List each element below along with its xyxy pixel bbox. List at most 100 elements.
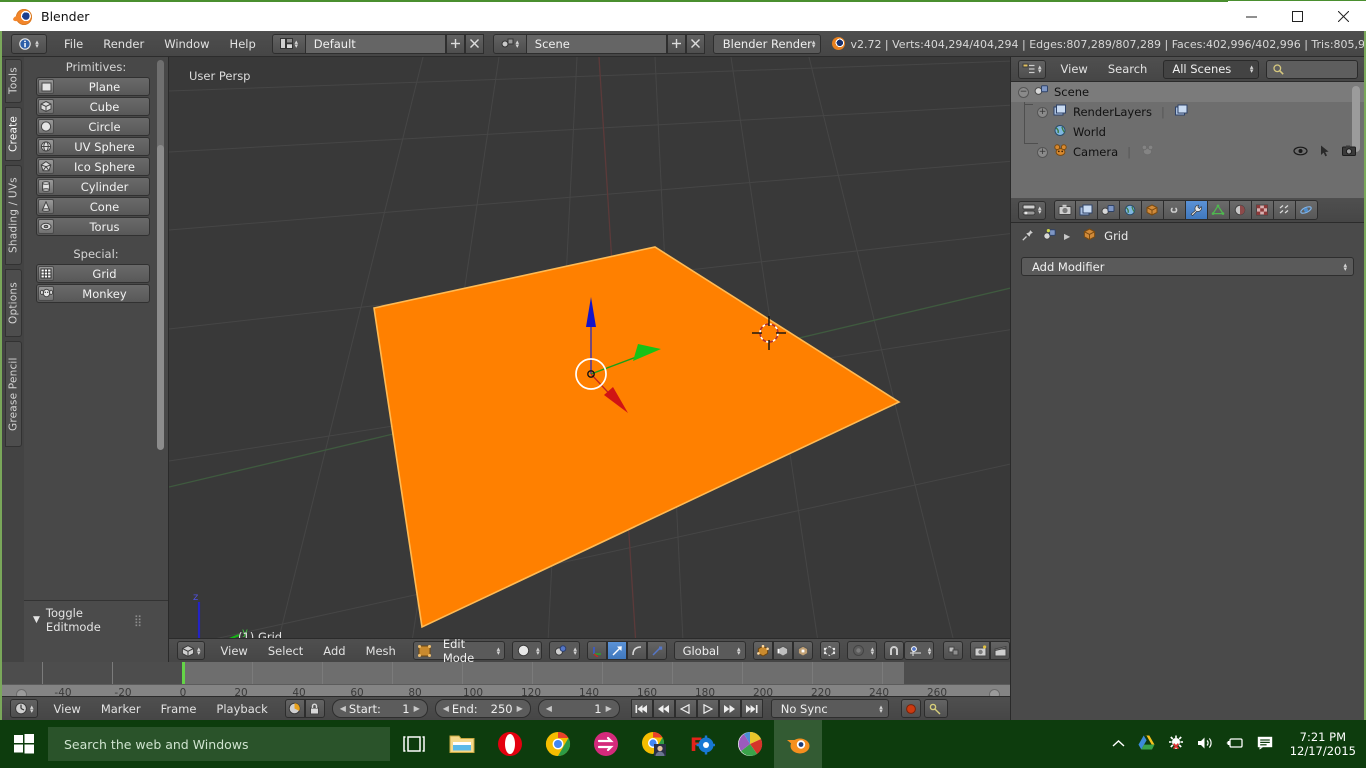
end-frame-field[interactable]: ◀ End: 250 ▶ <box>435 699 531 718</box>
outliner-menu-search[interactable]: Search <box>1098 60 1158 78</box>
outliner-tree[interactable]: − Scene + RenderLayers | World <box>1011 82 1364 198</box>
menu-render[interactable]: Render <box>93 35 154 53</box>
eye-icon[interactable] <box>1293 145 1308 159</box>
scene-name[interactable]: Scene <box>527 34 667 54</box>
play-icon[interactable] <box>697 699 719 718</box>
render-image-icon[interactable] <box>970 641 990 660</box>
tab-physics[interactable] <box>1296 200 1318 220</box>
expand-icon[interactable]: + <box>1037 147 1048 158</box>
viewport-menu-add[interactable]: Add <box>313 642 355 660</box>
menu-help[interactable]: Help <box>220 35 266 53</box>
chrome-browser-icon[interactable] <box>534 720 582 768</box>
add-cone-button[interactable]: Cone <box>36 197 150 216</box>
add-cylinder-button[interactable]: Cylinder <box>36 177 150 196</box>
3d-view-editor-icon[interactable]: ▴▾ <box>177 641 205 660</box>
chevron-up-icon[interactable] <box>1112 738 1125 751</box>
screen-layout-selector[interactable]: ▴▾ Default <box>272 34 484 54</box>
lock-icon[interactable] <box>305 699 325 718</box>
chrome-profile-icon[interactable] <box>630 720 678 768</box>
jump-to-end-icon[interactable] <box>741 699 763 718</box>
toolshelf-scrollbar-thumb[interactable] <box>157 145 164 450</box>
increment-icon[interactable]: ▶ <box>414 704 420 713</box>
action-center-icon[interactable] <box>1257 736 1273 753</box>
face-select-icon[interactable] <box>793 641 813 660</box>
viewport-shading-selector[interactable]: ▴▾ <box>512 641 542 660</box>
delete-screen-button[interactable] <box>465 34 484 54</box>
close-button[interactable] <box>1320 1 1366 32</box>
blender-taskbar-icon[interactable] <box>774 720 822 768</box>
timeline-playhead[interactable] <box>182 662 185 684</box>
info-editor-icon[interactable]: ▴▾ <box>11 34 47 54</box>
tab-particles[interactable] <box>1274 200 1296 220</box>
outliner-menu-view[interactable]: View <box>1051 60 1098 78</box>
current-frame-field[interactable]: ◀ 1 ▶ <box>538 699 620 718</box>
add-grid-button[interactable]: Grid <box>36 264 150 283</box>
add-circle-button[interactable]: Circle <box>36 117 150 136</box>
decrement-icon[interactable]: ◀ <box>443 704 449 713</box>
sidebar-item-shading-uvs[interactable]: Shading / UVs <box>5 165 22 265</box>
snap-magnet-icon[interactable] <box>884 641 904 660</box>
search-input[interactable]: Search the web and Windows <box>48 727 390 761</box>
camera-render-icon[interactable] <box>1342 145 1356 159</box>
add-cube-button[interactable]: Cube <box>36 97 150 116</box>
menu-file[interactable]: File <box>54 35 93 53</box>
add-uv-sphere-button[interactable]: UV Sphere <box>36 137 150 156</box>
vertex-select-icon[interactable] <box>753 641 773 660</box>
timeline-menu-playback[interactable]: Playback <box>206 700 277 718</box>
manipulator-toggle-icon[interactable] <box>587 641 607 660</box>
render-engine-selector[interactable]: Blender Render ▴▾ <box>713 34 822 54</box>
delete-scene-button[interactable] <box>686 34 705 54</box>
add-modifier-button[interactable]: Add Modifier ▴▾ <box>1021 257 1354 276</box>
properties-editor-icon[interactable]: ▴▾ <box>1018 201 1046 220</box>
tab-object-data[interactable] <box>1208 200 1230 220</box>
tab-render-layers[interactable] <box>1076 200 1098 220</box>
screen-layout-icon[interactable]: ▴▾ <box>272 34 306 54</box>
tab-constraints[interactable] <box>1164 200 1186 220</box>
add-monkey-button[interactable]: Monkey <box>36 284 150 303</box>
decrement-icon[interactable]: ◀ <box>546 704 552 713</box>
tab-scene[interactable] <box>1098 200 1120 220</box>
timeline-editor-icon[interactable]: ▴▾ <box>10 699 38 718</box>
add-ico-sphere-button[interactable]: Ico Sphere <box>36 157 150 176</box>
battery-icon[interactable] <box>1226 737 1244 752</box>
cursor-arrow-icon[interactable] <box>1320 145 1330 160</box>
mesh-display-icon[interactable] <box>943 641 963 660</box>
collapse-icon[interactable]: − <box>1018 87 1029 98</box>
tab-material[interactable] <box>1230 200 1252 220</box>
timeline-editor[interactable]: -40 -20 0 20 40 60 80 100 120 140 160 18… <box>2 662 1014 720</box>
proportional-edit-selector[interactable]: ▴▾ <box>847 641 877 660</box>
timeline-menu-marker[interactable]: Marker <box>91 700 151 718</box>
add-scene-button[interactable] <box>667 34 686 54</box>
pink-app-icon[interactable] <box>582 720 630 768</box>
keying-set-icon[interactable] <box>924 699 948 718</box>
sidebar-item-grease-pencil[interactable]: Grease Pencil <box>5 341 22 447</box>
pivot-point-selector[interactable]: ▴▾ <box>549 641 579 660</box>
picasa-icon[interactable] <box>726 720 774 768</box>
jump-to-start-icon[interactable] <box>631 699 653 718</box>
viewport-menu-view[interactable]: View <box>211 642 258 660</box>
search-input[interactable] <box>1266 60 1358 79</box>
sync-mode-selector[interactable]: No Sync ▴▾ <box>771 699 889 718</box>
tab-modifiers[interactable] <box>1186 200 1208 220</box>
opera-browser-icon[interactable] <box>486 720 534 768</box>
outliner-row-renderlayers[interactable]: + RenderLayers | <box>1011 102 1364 122</box>
snap-element-selector[interactable]: ▴▾ <box>904 641 934 660</box>
play-reverse-icon[interactable] <box>675 699 697 718</box>
limit-selection-visible-icon[interactable] <box>820 641 840 660</box>
record-autokey-icon[interactable] <box>285 699 305 718</box>
object-context-icon[interactable] <box>1042 228 1057 244</box>
edge-select-icon[interactable] <box>773 641 793 660</box>
timeline-track[interactable] <box>2 662 1014 684</box>
menu-window[interactable]: Window <box>154 35 219 53</box>
file-explorer-icon[interactable] <box>438 720 486 768</box>
outliner-editor-icon[interactable]: ▴▾ <box>1018 60 1046 79</box>
rotate-manipulator-icon[interactable] <box>627 641 647 660</box>
tab-render[interactable] <box>1054 200 1076 220</box>
sidebar-item-tools[interactable]: Tools <box>5 59 22 103</box>
clock[interactable]: 7:21 PM 12/17/2015 <box>1286 730 1356 758</box>
properties-editor[interactable]: ▴▾ <box>1010 198 1364 720</box>
outliner-row-world[interactable]: World <box>1011 122 1364 142</box>
task-view-icon[interactable] <box>390 720 438 768</box>
sidebar-item-create[interactable]: Create <box>5 107 22 161</box>
viewport-menu-select[interactable]: Select <box>258 642 313 660</box>
